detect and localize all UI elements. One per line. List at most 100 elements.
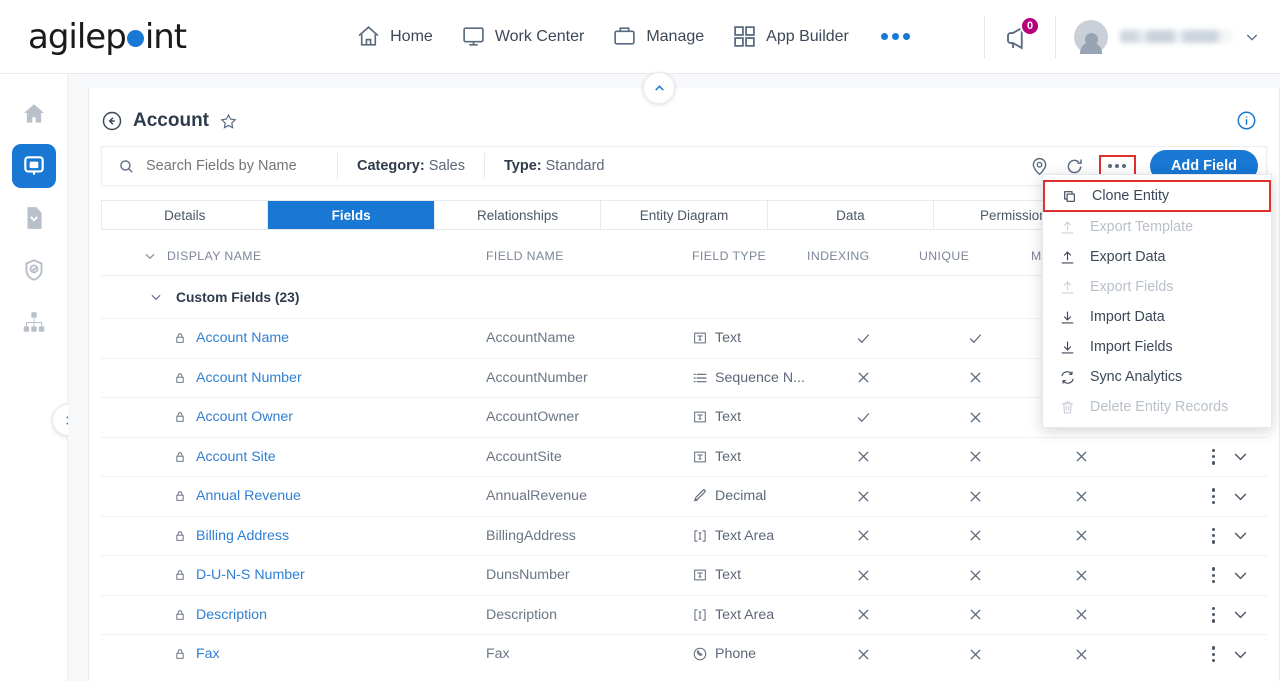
row-kebab-menu-icon[interactable] bbox=[1211, 488, 1215, 505]
cell-indexing bbox=[807, 369, 919, 386]
table-row[interactable]: Description Description Text Area bbox=[101, 594, 1267, 635]
panel-collapse-button[interactable] bbox=[643, 72, 675, 104]
field-type-label: Text bbox=[715, 330, 742, 347]
table-row[interactable]: D-U-N-S Number DunsNumber Text bbox=[101, 555, 1267, 595]
cross-icon bbox=[1076, 649, 1086, 660]
monitor-icon bbox=[23, 156, 44, 175]
search-field-container[interactable] bbox=[102, 147, 337, 185]
table-row[interactable]: Billing Address BillingAddress Text Area bbox=[101, 515, 1267, 556]
sidebar-item-hierarchy[interactable] bbox=[12, 300, 56, 344]
header-divider-1 bbox=[984, 15, 985, 58]
tab-data[interactable]: Data bbox=[767, 201, 935, 229]
tab-relationships[interactable]: Relationships bbox=[434, 201, 602, 229]
sidebar-item-security[interactable] bbox=[12, 248, 56, 292]
cell-field-name: BillingAddress bbox=[486, 527, 576, 544]
tab-details[interactable]: Details bbox=[102, 201, 269, 229]
user-account-menu[interactable] bbox=[1074, 19, 1260, 54]
column-header-display-name[interactable]: DISPLAY NAME bbox=[101, 249, 486, 263]
notification-badge: 0 bbox=[1020, 15, 1040, 36]
search-input[interactable] bbox=[146, 158, 321, 174]
field-display-name-link[interactable]: Account Number bbox=[196, 370, 302, 386]
field-display-name-link[interactable]: D-U-N-S Number bbox=[196, 567, 305, 583]
field-display-name-link[interactable]: Description bbox=[196, 607, 267, 623]
username-label bbox=[1120, 30, 1232, 43]
cell-unique bbox=[919, 567, 1031, 584]
dropdown-item-sync-analytics[interactable]: Sync Analytics bbox=[1043, 362, 1271, 392]
clone-icon bbox=[1064, 190, 1075, 202]
chevron-down-icon[interactable] bbox=[1232, 606, 1249, 623]
nav-overflow-more-dots-icon[interactable] bbox=[880, 33, 910, 40]
field-type-label: Phone bbox=[715, 646, 757, 663]
cell-field-type: Decimal bbox=[692, 488, 807, 504]
field-display-name-link[interactable]: Account Site bbox=[196, 449, 276, 465]
tab-entity-diagram[interactable]: Entity Diagram bbox=[601, 201, 768, 229]
cross-icon bbox=[970, 412, 980, 423]
nav-item-app-builder[interactable]: App Builder bbox=[732, 24, 849, 49]
chevron-down-icon[interactable] bbox=[1232, 448, 1249, 465]
cell-indexing bbox=[807, 606, 919, 623]
cross-icon bbox=[970, 372, 980, 383]
field-display-name-link[interactable]: Account Name bbox=[196, 330, 289, 346]
chevron-down-icon[interactable] bbox=[1232, 527, 1249, 544]
chevron-down-icon[interactable] bbox=[1232, 567, 1249, 584]
field-display-name-link[interactable]: Billing Address bbox=[196, 528, 289, 544]
row-kebab-menu-icon[interactable] bbox=[1211, 646, 1215, 663]
column-header-field-name[interactable]: FIELD NAME bbox=[486, 249, 692, 263]
sidebar-item-app-builder[interactable] bbox=[11, 144, 56, 188]
home-icon bbox=[23, 104, 44, 123]
dropdown-item-import-fields[interactable]: Import Fields bbox=[1043, 332, 1271, 362]
back-arrow-circle-icon[interactable] bbox=[101, 110, 123, 132]
info-circle-icon[interactable] bbox=[1236, 110, 1257, 131]
cell-field-type: Sequence N... bbox=[692, 370, 807, 386]
tab-fields[interactable]: Fields bbox=[268, 201, 435, 229]
download-icon bbox=[1061, 310, 1074, 323]
nav-item-work-center[interactable]: Work Center bbox=[461, 24, 585, 49]
sidebar-item-home[interactable] bbox=[12, 92, 56, 136]
sidebar-item-forms[interactable] bbox=[12, 196, 56, 240]
field-display-name-link[interactable]: Fax bbox=[196, 646, 220, 662]
cell-display-name: Account Owner bbox=[101, 409, 486, 425]
sync-icon bbox=[1061, 370, 1074, 384]
cell-display-name: Fax bbox=[101, 646, 486, 662]
column-header-field-type[interactable]: FIELD TYPE bbox=[692, 249, 807, 263]
chevron-down-icon[interactable] bbox=[1232, 488, 1249, 505]
nav-item-manage[interactable]: Manage bbox=[612, 24, 704, 49]
row-kebab-menu-icon[interactable] bbox=[1211, 567, 1215, 584]
announcement-icon[interactable]: 0 bbox=[1003, 15, 1040, 54]
text-icon bbox=[694, 451, 706, 463]
nav-item-work-center-label: Work Center bbox=[494, 27, 585, 45]
brand-logo[interactable]: agilep int bbox=[0, 17, 300, 57]
category-value: Sales bbox=[428, 158, 465, 174]
table-row[interactable]: Fax Fax Phone bbox=[101, 634, 1267, 674]
lock-icon bbox=[176, 491, 184, 502]
cell-display-name: Description bbox=[101, 607, 486, 623]
row-kebab-menu-icon[interactable] bbox=[1211, 527, 1215, 544]
cell-field-name: AnnualRevenue bbox=[486, 488, 587, 505]
cell-unique bbox=[919, 606, 1031, 623]
star-icon[interactable] bbox=[219, 112, 238, 131]
dropdown-item-export-data[interactable]: Export Data bbox=[1043, 242, 1271, 272]
cell-indexing bbox=[807, 448, 919, 465]
chevron-down-icon bbox=[145, 253, 155, 259]
home-icon bbox=[356, 24, 381, 49]
cell-field-name: AccountOwner bbox=[486, 409, 580, 426]
nav-item-home[interactable]: Home bbox=[356, 24, 433, 49]
field-display-name-link[interactable]: Account Owner bbox=[196, 409, 293, 425]
column-header-unique[interactable]: UNIQUE bbox=[919, 249, 1031, 263]
lock-icon bbox=[176, 649, 184, 660]
dropdown-item-clone-entity[interactable]: Clone Entity bbox=[1043, 180, 1271, 212]
cell-mandatory bbox=[1031, 448, 1131, 465]
row-kebab-menu-icon[interactable] bbox=[1211, 606, 1215, 623]
chevron-down-icon[interactable] bbox=[1232, 646, 1249, 663]
dropdown-item-label: Clone Entity bbox=[1092, 188, 1170, 204]
table-row[interactable]: Account Site AccountSite Text bbox=[101, 436, 1267, 477]
upload-icon bbox=[1061, 280, 1074, 293]
column-header-indexing[interactable]: INDEXING bbox=[807, 249, 919, 263]
row-kebab-menu-icon[interactable] bbox=[1211, 448, 1215, 465]
category-filter[interactable]: Category: Sales bbox=[338, 158, 484, 174]
field-display-name-link[interactable]: Annual Revenue bbox=[196, 488, 301, 504]
type-filter[interactable]: Type: Standard bbox=[485, 158, 624, 174]
table-row[interactable]: Annual Revenue AnnualRevenue Decimal bbox=[101, 476, 1267, 516]
upload-icon bbox=[1061, 220, 1074, 233]
dropdown-item-import-data[interactable]: Import Data bbox=[1043, 302, 1271, 332]
